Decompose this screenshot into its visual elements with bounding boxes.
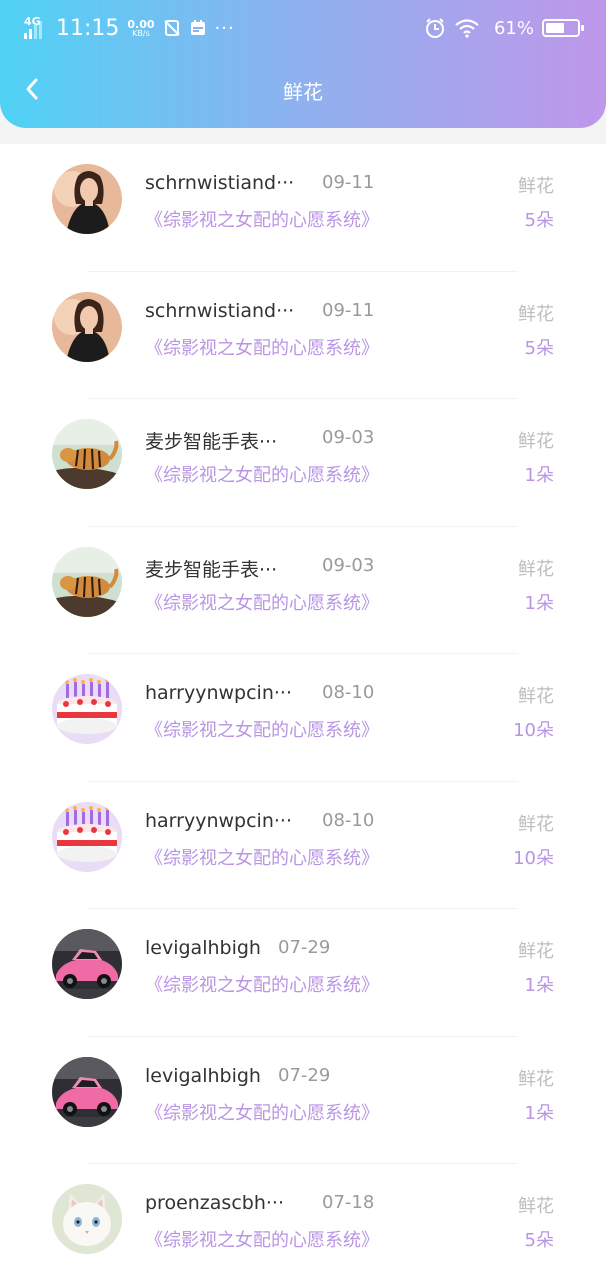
gift-date: 08-10 (322, 809, 375, 831)
status-bar: 4G 11:15 0.00 KB/s ··· 61% (0, 0, 606, 56)
gift-record-row[interactable]: schrnwistiand··· 09-11 《综影视之女配的心愿系统》 鲜花 … (0, 272, 606, 399)
gift-date: 07-29 (278, 1064, 331, 1086)
user-name: schrnwistiand··· (145, 172, 295, 194)
speed-unit: KB/s (132, 28, 150, 38)
gift-type: 鲜花 (518, 1068, 554, 1090)
gift-date: 09-03 (322, 554, 375, 576)
user-name: 麦步智能手表··· (145, 558, 278, 581)
network-speed: 0.00 KB/s (127, 19, 154, 38)
book-title[interactable]: 《综影视之女配的心愿系统》 (145, 971, 379, 997)
gift-record-row[interactable]: 麦步智能手表··· 09-03 《综影视之女配的心愿系统》 鲜花 1朵 (0, 399, 606, 527)
no-sim-icon (163, 19, 181, 37)
gift-record-row[interactable]: schrnwistiand··· 09-11 《综影视之女配的心愿系统》 鲜花 … (0, 144, 606, 272)
gift-date: 07-18 (322, 1192, 375, 1213)
more-notifications: ··· (214, 17, 235, 39)
book-title[interactable]: 《综影视之女配的心愿系统》 (145, 461, 379, 487)
gift-type: 鲜花 (518, 431, 554, 452)
gift-date: 09-11 (322, 172, 375, 193)
gift-type: 鲜花 (518, 941, 554, 962)
battery-percent: 61% (493, 17, 534, 39)
user-name: harryynwpcin··· (145, 682, 292, 704)
page-title: 鲜花 (283, 80, 323, 104)
book-title[interactable]: 《综影视之女配的心愿系统》 (145, 589, 379, 615)
gift-date: 08-10 (322, 682, 375, 703)
book-title[interactable]: 《综影视之女配的心愿系统》 (145, 1226, 379, 1252)
gift-date: 07-29 (278, 937, 331, 958)
gift-type: 鲜花 (518, 686, 554, 707)
gift-count: 5朵 (524, 1230, 554, 1251)
book-title[interactable]: 《综影视之女配的心愿系统》 (145, 206, 379, 232)
cat-avatar-icon (52, 1184, 122, 1254)
book-title[interactable]: 《综影视之女配的心愿系统》 (145, 1099, 379, 1125)
alarm-icon (424, 17, 446, 39)
gift-date: 09-11 (322, 299, 375, 321)
user-name: proenzascbh··· (145, 1192, 284, 1214)
gift-count: 1朵 (524, 592, 554, 614)
speed-value: 0.00 (127, 17, 155, 31)
nav-bar: 鲜花 (0, 56, 606, 126)
gift-type: 鲜花 (518, 176, 554, 197)
gift-record-row[interactable]: harryynwpcin··· 08-10 《综影视之女配的心愿系统》 鲜花 1… (0, 654, 606, 782)
gift-record-row[interactable]: 麦步智能手表··· 09-03 《综影视之女配的心愿系统》 鲜花 1朵 (0, 527, 606, 654)
user-name: harryynwpcin··· (145, 809, 292, 832)
tiger-avatar-icon (52, 419, 122, 489)
gift-record-list: schrnwistiand··· 09-11 《综影视之女配的心愿系统》 鲜花 … (0, 144, 606, 1280)
car-avatar-icon (52, 1056, 122, 1127)
cake-avatar-icon (52, 674, 122, 744)
signal-icon: 4G (24, 15, 48, 41)
gift-type: 鲜花 (518, 1196, 554, 1217)
gift-count: 5朵 (524, 210, 554, 231)
user-name: 麦步智能手表··· (145, 431, 278, 453)
cake-avatar-icon (52, 801, 122, 872)
book-title[interactable]: 《综影视之女配的心愿系统》 (145, 716, 379, 742)
battery-icon (542, 19, 584, 37)
gift-count: 1朵 (524, 975, 554, 996)
gift-count: 1朵 (524, 465, 554, 486)
gift-type: 鲜花 (518, 303, 554, 325)
calendar-icon (189, 19, 207, 37)
app-header: 4G 11:15 0.00 KB/s ··· 61% 鲜花 (0, 0, 606, 128)
gift-record-row[interactable]: levigalhbigh 07-29 《综影视之女配的心愿系统》 鲜花 1朵 (0, 909, 606, 1037)
tiger-avatar-icon (52, 546, 122, 617)
gift-count: 5朵 (524, 337, 554, 359)
book-title[interactable]: 《综影视之女配的心愿系统》 (145, 844, 379, 870)
woman-avatar-icon (52, 291, 122, 362)
gift-record-row[interactable]: harryynwpcin··· 08-10 《综影视之女配的心愿系统》 鲜花 1… (0, 782, 606, 909)
gift-count: 10朵 (513, 720, 554, 741)
user-name: schrnwistiand··· (145, 299, 295, 322)
gift-type: 鲜花 (518, 813, 554, 835)
gift-record-row[interactable]: proenzascbh··· 07-18 《综影视之女配的心愿系统》 鲜花 5朵 (0, 1164, 606, 1280)
user-name: levigalhbigh (145, 1064, 261, 1087)
user-name: levigalhbigh (145, 937, 261, 959)
car-avatar-icon (52, 929, 122, 999)
gift-date: 09-03 (322, 427, 375, 448)
gift-count: 10朵 (513, 847, 554, 869)
book-title[interactable]: 《综影视之女配的心愿系统》 (145, 334, 379, 360)
gift-record-row[interactable]: levigalhbigh 07-29 《综影视之女配的心愿系统》 鲜花 1朵 (0, 1037, 606, 1164)
wifi-icon (454, 18, 480, 38)
gift-count: 1朵 (524, 1102, 554, 1124)
gift-type: 鲜花 (518, 558, 554, 580)
clock: 11:15 (56, 15, 120, 41)
woman-avatar-icon (52, 164, 122, 234)
